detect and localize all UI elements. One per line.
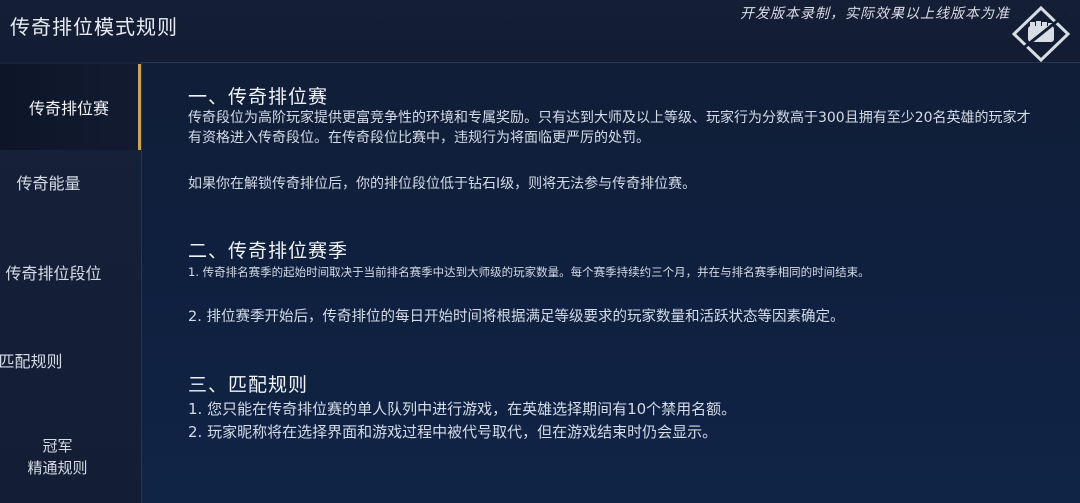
- sidebar-item-matching-rules[interactable]: 匹配规则: [0, 325, 141, 395]
- section-paragraph: 传奇段位为高阶玩家提供更富竞争性的环境和专属奖励。只有达到大师及以上等级、玩家行…: [188, 110, 1031, 146]
- section-paragraph: 如果你在解锁传奇排位后，你的排位段位低于钻石I级，则将无法参与传奇排位赛。: [188, 176, 697, 192]
- sidebar-item-label: 传奇排位赛: [28, 99, 109, 118]
- sidebar-item-label-line2: 精通规则: [27, 459, 88, 477]
- sidebar-item-legend-energy[interactable]: 传奇能量: [0, 152, 141, 212]
- section-paragraph: 1. 您只能在传奇排位赛的单人队列中进行游戏，在英雄选择期间有10个禁用名额。: [188, 400, 737, 418]
- sidebar-item-label: 传奇能量: [16, 174, 81, 193]
- section-paragraph: 1. 传奇排名赛季的起始时间取决于当前排名赛季中达到大师级的玩家数量。每个赛季持…: [188, 265, 870, 279]
- sidebar-item-label: 传奇排位段位: [5, 264, 102, 283]
- sidebar-item-label-line1: 冠军: [42, 437, 73, 455]
- watermark-text: 开发版本录制，实际效果以上线版本为准: [740, 6, 1010, 22]
- header-bar: 传奇排位模式规则 开发版本录制，实际效果以上线版本为准: [0, 0, 1080, 63]
- section-title: 二、传奇排位赛季: [188, 240, 349, 262]
- sidebar-item-label: 匹配规则: [0, 352, 63, 371]
- fist-logo-icon: [1011, 5, 1071, 63]
- sidebar-item-legend-tiers[interactable]: 传奇排位段位: [0, 237, 141, 307]
- page-title: 传奇排位模式规则: [10, 15, 178, 39]
- section-title: 三、匹配规则: [188, 374, 309, 396]
- section-paragraph: 2. 玩家昵称将在选择界面和游戏过程中被代号取代，但在游戏结束时仍会显示。: [188, 423, 718, 441]
- section-paragraph: 2. 排位赛季开始后，传奇排位的每日开始时间将根据满足等级要求的玩家数量和活跃状…: [188, 309, 845, 325]
- sidebar-nav: 传奇排位赛 传奇能量 传奇排位段位 匹配规则 冠军 精通规则: [0, 62, 142, 503]
- section-title: 一、传奇排位赛: [188, 86, 329, 108]
- sidebar-item-champion-mastery[interactable]: 冠军 精通规则: [0, 422, 141, 492]
- rules-page: 传奇排位模式规则 开发版本录制，实际效果以上线版本为准 传奇排位赛 传奇能量 传…: [0, 0, 1080, 503]
- sidebar-item-legend-ranked[interactable]: 传奇排位赛: [0, 64, 141, 150]
